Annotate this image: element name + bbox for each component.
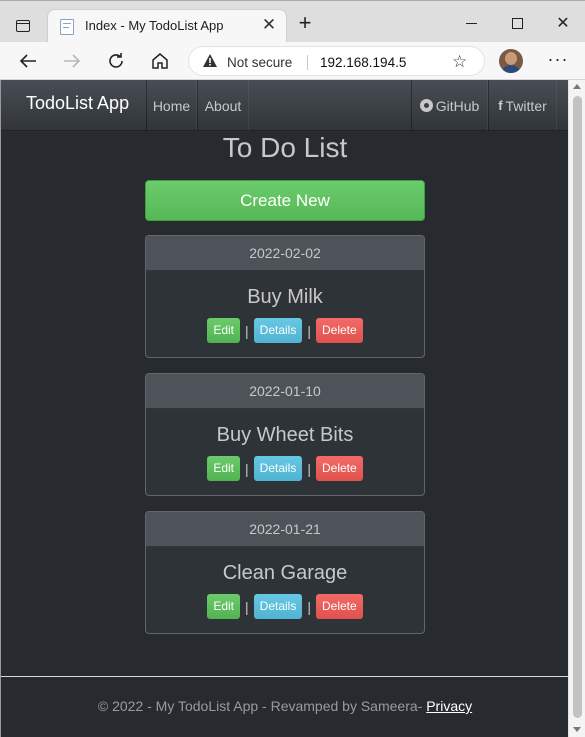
maximize-icon bbox=[511, 17, 523, 29]
page-title: To Do List bbox=[222, 132, 348, 163]
address-bar[interactable]: Not secure 192.168.194.5 ☆ bbox=[188, 46, 485, 76]
details-button[interactable]: Details bbox=[253, 594, 303, 619]
footer-text: © 2022 - My TodoList App - Revamped by S… bbox=[97, 698, 427, 714]
todo-date: 2022-01-10 bbox=[146, 374, 424, 409]
nav-about-label: About bbox=[204, 97, 242, 114]
todo-date: 2022-02-02 bbox=[146, 236, 424, 271]
site-navbar: TodoList App Home About GitHub f Twitter bbox=[1, 80, 568, 131]
warning-icon[interactable] bbox=[202, 53, 218, 69]
browser-tab[interactable]: Index - My TodoList App ✕ bbox=[47, 9, 287, 43]
scroll-up-icon[interactable] bbox=[573, 84, 581, 89]
url-text[interactable]: 192.168.194.5 bbox=[320, 55, 406, 70]
todo-date: 2022-01-21 bbox=[146, 512, 424, 547]
details-button[interactable]: Details bbox=[253, 318, 303, 343]
action-separator: | bbox=[245, 460, 249, 477]
browser-toolbar: Not secure 192.168.194.5 ☆ ··· bbox=[0, 42, 585, 80]
nav-link-home[interactable]: Home bbox=[146, 80, 197, 131]
delete-button[interactable]: Delete bbox=[315, 318, 363, 343]
reload-button[interactable] bbox=[103, 49, 129, 73]
create-new-button[interactable]: Create New bbox=[145, 180, 425, 221]
browser-tabstrip: Index - My TodoList App ✕ + ✕ bbox=[0, 0, 585, 43]
security-label[interactable]: Not secure bbox=[227, 55, 292, 70]
action-separator: | bbox=[307, 460, 311, 477]
tab-actions-icon bbox=[16, 20, 30, 32]
action-separator: | bbox=[245, 598, 249, 615]
nav-link-github[interactable]: GitHub bbox=[411, 80, 488, 131]
page-footer: © 2022 - My TodoList App - Revamped by S… bbox=[1, 698, 568, 714]
action-separator: | bbox=[245, 322, 249, 339]
edit-button[interactable]: Edit bbox=[207, 318, 241, 343]
back-arrow-icon bbox=[19, 54, 36, 68]
action-separator: | bbox=[307, 322, 311, 339]
todo-actions: Edit | Details | Delete bbox=[146, 456, 424, 481]
scroll-down-icon[interactable] bbox=[573, 727, 581, 732]
facebook-icon: f bbox=[498, 98, 503, 113]
home-button[interactable] bbox=[147, 49, 173, 73]
minimize-icon bbox=[465, 22, 477, 24]
forward-arrow-icon bbox=[64, 54, 81, 68]
close-tab-icon[interactable]: ✕ bbox=[260, 16, 278, 34]
todo-title: Buy Milk bbox=[247, 286, 323, 308]
tab-title: Index - My TodoList App bbox=[85, 18, 224, 33]
nav-twitter-label: Twitter bbox=[505, 97, 547, 114]
page-viewport: TodoList App Home About GitHub f Twitter… bbox=[0, 80, 568, 737]
reload-icon bbox=[109, 53, 123, 68]
page-favicon-icon bbox=[60, 19, 74, 35]
edit-button[interactable]: Edit bbox=[207, 456, 241, 481]
close-window-button[interactable]: ✕ bbox=[550, 13, 576, 33]
nav-link-about[interactable]: About bbox=[197, 80, 249, 131]
todo-title: Clean Garage bbox=[222, 562, 348, 584]
todo-card: 2022-01-21 Clean Garage Edit | Details |… bbox=[145, 511, 425, 634]
nav-github-label: GitHub bbox=[435, 97, 480, 114]
minimize-button[interactable] bbox=[458, 13, 484, 33]
maximize-button[interactable] bbox=[504, 13, 530, 33]
details-button[interactable]: Details bbox=[253, 456, 303, 481]
todo-actions: Edit | Details | Delete bbox=[146, 594, 424, 619]
navbar-brand[interactable]: TodoList App bbox=[26, 93, 129, 114]
tab-actions-button[interactable] bbox=[8, 13, 38, 39]
edit-button[interactable]: Edit bbox=[207, 594, 241, 619]
action-separator: | bbox=[307, 598, 311, 615]
privacy-link[interactable]: Privacy bbox=[426, 698, 472, 714]
todo-card: 2022-01-10 Buy Wheet Bits Edit | Details… bbox=[145, 373, 425, 496]
add-favorite-icon[interactable]: ☆ bbox=[452, 52, 467, 72]
more-menu-button[interactable]: ··· bbox=[545, 49, 571, 73]
profile-avatar[interactable] bbox=[499, 49, 523, 73]
forward-button[interactable] bbox=[59, 49, 85, 73]
scroll-thumb[interactable] bbox=[573, 96, 582, 718]
home-icon bbox=[152, 53, 168, 69]
todo-card: 2022-02-02 Buy Milk Edit | Details | Del… bbox=[145, 235, 425, 358]
footer-divider bbox=[1, 676, 568, 677]
page-scrollbar[interactable] bbox=[568, 80, 585, 737]
todo-title: Buy Wheet Bits bbox=[216, 424, 354, 446]
delete-button[interactable]: Delete bbox=[315, 594, 363, 619]
todo-actions: Edit | Details | Delete bbox=[146, 318, 424, 343]
nav-home-label: Home bbox=[152, 97, 191, 114]
new-tab-button[interactable]: + bbox=[294, 12, 316, 35]
nav-link-twitter[interactable]: f Twitter bbox=[488, 80, 557, 131]
github-icon bbox=[419, 99, 433, 112]
delete-button[interactable]: Delete bbox=[315, 456, 363, 481]
back-button[interactable] bbox=[15, 49, 41, 73]
address-divider bbox=[307, 55, 308, 70]
